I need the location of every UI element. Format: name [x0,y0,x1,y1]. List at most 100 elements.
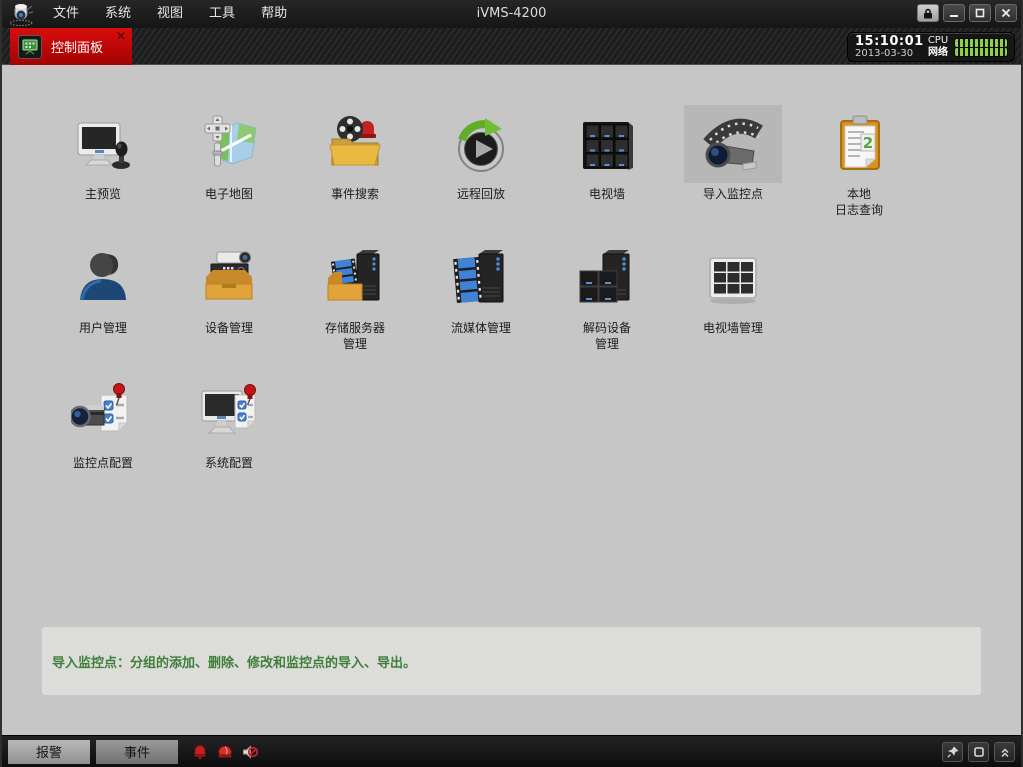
launcher-label: 远程回放 [457,186,505,202]
launcher-item-tv-wall-management[interactable]: 电视墙管理 [670,239,796,352]
cpu-label: CPU [925,35,951,47]
launcher-label: 本地 日志查询 [835,186,883,218]
launcher-label: 用户管理 [79,320,127,336]
status-bar: 报警 事件 [2,735,1021,767]
control-panel-icon-box [18,35,42,59]
description-panel: 导入监控点：分组的添加、删除、修改和监控点的导入、导出。 [42,627,981,695]
launcher-item-import-camera[interactable]: 导入监控点 [670,105,796,218]
camera-config-icon [71,381,135,445]
restore-button[interactable] [968,742,989,762]
lock-button[interactable] [917,4,939,22]
launcher-label: 主预览 [85,186,121,202]
lock-icon [923,8,933,19]
statusbar-tab-event[interactable]: 事件 [96,740,178,764]
launcher-item-stream-media[interactable]: 流媒体管理 [418,239,544,352]
window-controls [917,4,1017,22]
pin-icon [947,746,959,758]
minimize-button[interactable] [943,4,965,22]
description-text: 导入监控点：分组的添加、删除、修改和监控点的导入、导出。 [42,652,416,671]
title-bar: 文件 系统 视图 工具 帮助 iVMS-4200 [2,0,1021,28]
launcher-label: 事件搜索 [331,186,379,202]
tab-control-panel[interactable]: 控制面板 ✕ [10,28,132,65]
camera-logo-icon [8,2,34,26]
menu-system[interactable]: 系统 [92,0,144,28]
svg-text:2: 2 [863,134,873,152]
launcher-item-user-management[interactable]: 用户管理 [40,239,166,352]
launcher-label: 解码设备 管理 [583,320,631,352]
launcher-item-event-search[interactable]: 事件搜索 [292,105,418,218]
launcher-row-1: 主预览 [40,105,922,218]
menu-bar: 文件 系统 视图 工具 帮助 [40,0,300,28]
local-log-icon: 2 [827,112,891,176]
collapse-icon [999,746,1011,758]
statusbar-buttons [942,742,1015,762]
launcher-label: 存储服务器 管理 [325,320,385,352]
system-status-panel: 15:10:01 2013-03-30 CPU 网络 [847,32,1015,62]
tab-close-icon[interactable]: ✕ [116,29,126,43]
launcher-item-storage-server[interactable]: 存储服务器 管理 [292,239,418,352]
statusbar-tab-alarm[interactable]: 报警 [8,740,90,764]
network-usage-bar [955,48,1007,56]
pin-button[interactable] [942,742,963,762]
storage-server-icon [323,246,387,310]
tab-bar: 控制面板 ✕ 15:10:01 2013-03-30 CPU 网络 [2,28,1021,65]
menu-view[interactable]: 视图 [144,0,196,28]
launcher-label: 电视墙 [589,186,625,202]
tab-label: 控制面板 [51,37,103,56]
system-config-icon [197,381,261,445]
clock-time: 15:10:01 [855,35,921,48]
restore-icon [973,746,985,758]
clock-date: 2013-03-30 [855,48,921,59]
remote-playback-icon [449,112,513,176]
launcher-item-camera-config[interactable]: 监控点配置 [40,374,166,471]
event-search-icon [323,112,387,176]
launcher-item-device-management[interactable]: 设备管理 [166,239,292,352]
launcher-item-main-preview[interactable]: 主预览 [40,105,166,218]
minimize-icon [949,8,959,18]
siren-icon[interactable] [217,744,233,760]
maximize-icon [975,8,985,18]
menu-help[interactable]: 帮助 [248,0,300,28]
launcher-label: 监控点配置 [73,455,133,471]
main-preview-icon [71,112,135,176]
network-label: 网络 [925,47,951,59]
close-icon [1001,8,1011,18]
launcher-item-decoding-device[interactable]: 解码设备 管理 [544,239,670,352]
e-map-icon [197,112,261,176]
time-block: 15:10:01 2013-03-30 [855,35,921,59]
launcher-item-system-config[interactable]: 系统配置 [166,374,292,471]
stream-media-icon [449,246,513,310]
launcher-label: 设备管理 [205,320,253,336]
alarm-bell-icon[interactable] [192,744,208,760]
control-panel-icon [21,38,39,56]
launcher-row-3: 监控点配置 [40,374,292,471]
launcher-label: 流媒体管理 [451,320,511,336]
cpu-net-labels: CPU 网络 [925,35,951,59]
menu-tools[interactable]: 工具 [196,0,248,28]
user-management-icon [71,246,135,310]
menu-file[interactable]: 文件 [40,0,92,28]
launcher-item-remote-playback[interactable]: 远程回放 [418,105,544,218]
control-panel-main: 主预览 [2,65,1021,735]
launcher-item-e-map[interactable]: 电子地图 [166,105,292,218]
launcher-label: 电视墙管理 [703,320,763,336]
close-button[interactable] [995,4,1017,22]
mute-icon[interactable] [242,744,258,760]
launcher-label: 系统配置 [205,455,253,471]
tv-wall-icon [575,112,639,176]
tv-wall-management-icon [701,246,765,310]
launcher-row-2: 用户管理 设备管理 [40,239,796,352]
device-management-icon [197,246,261,310]
app-logo [2,0,40,28]
launcher-label: 电子地图 [205,186,253,202]
maximize-button[interactable] [969,4,991,22]
launcher-label: 导入监控点 [703,186,763,202]
cpu-usage-bar [955,39,1007,47]
decoding-device-icon [575,246,639,310]
import-camera-icon [701,112,765,176]
usage-bars [955,38,1007,57]
launcher-item-tv-wall[interactable]: 电视墙 [544,105,670,218]
collapse-button[interactable] [994,742,1015,762]
launcher-item-local-log[interactable]: 2 本地 日志查询 [796,105,922,218]
selected-highlight [684,105,782,183]
